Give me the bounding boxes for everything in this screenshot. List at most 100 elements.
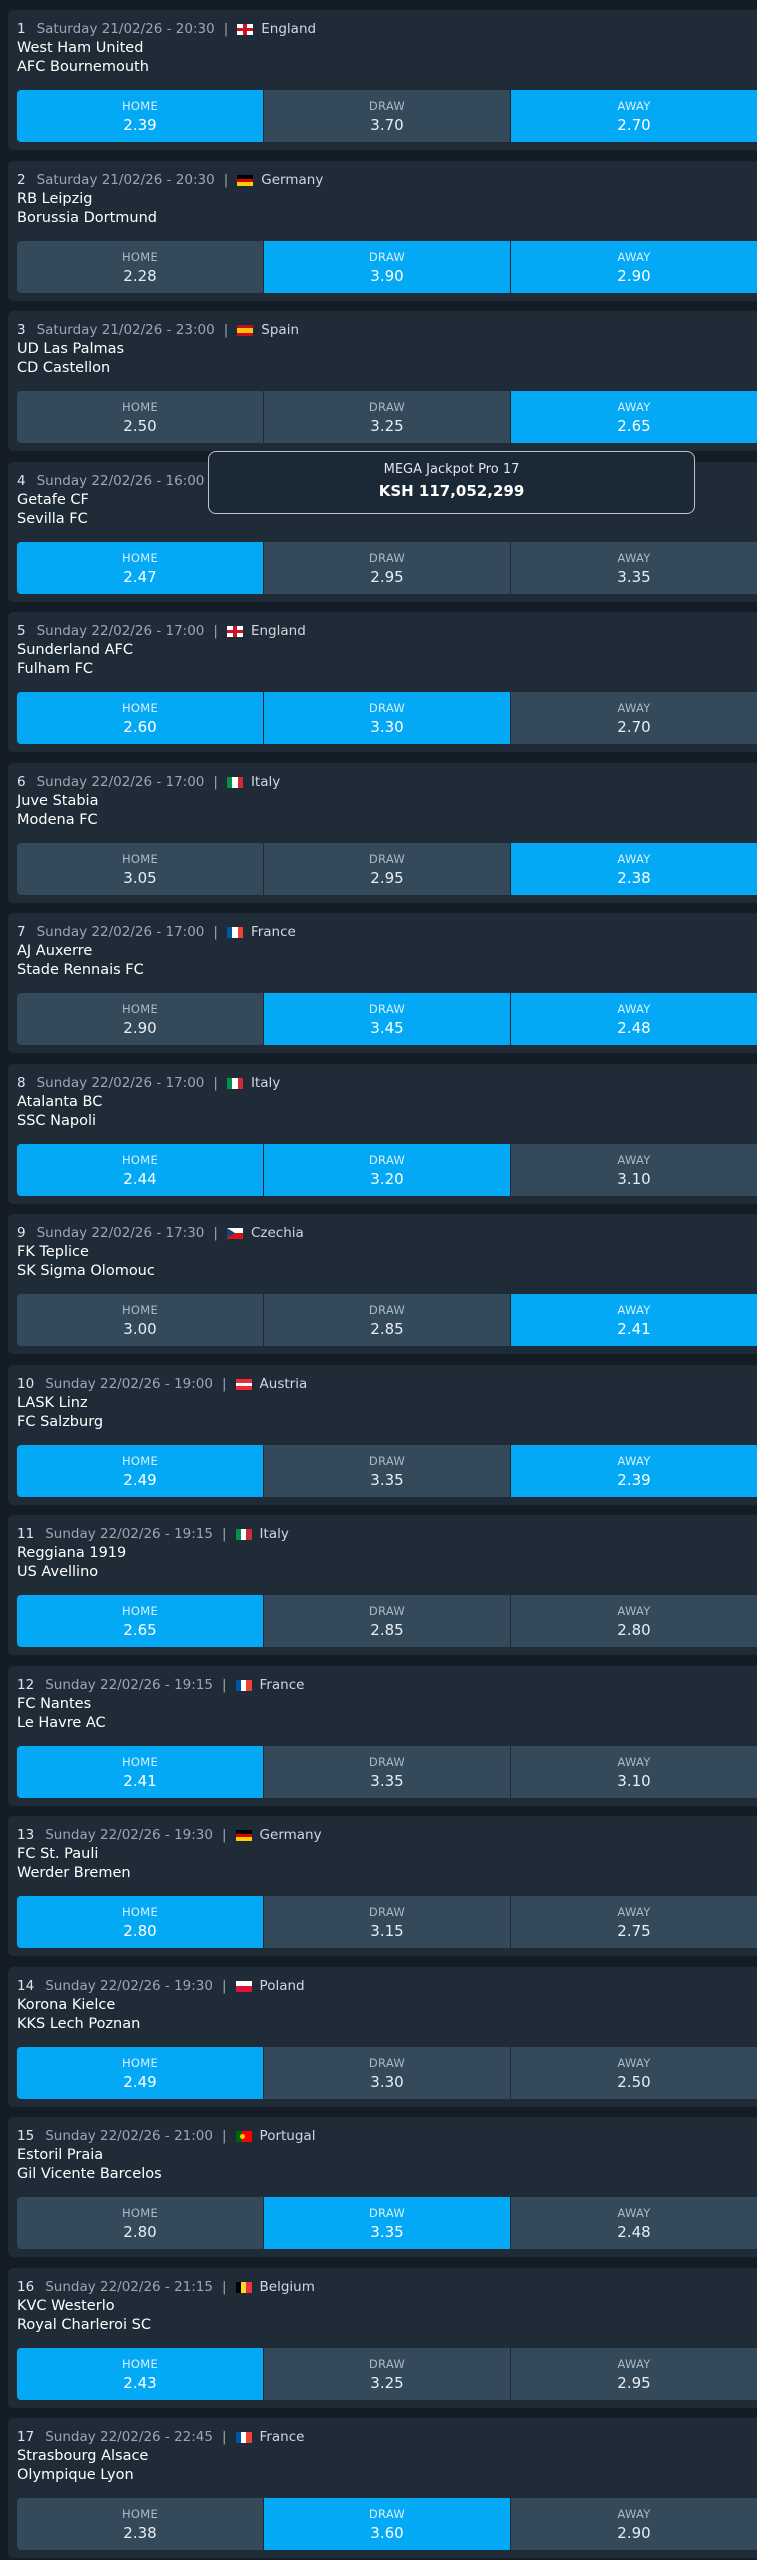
- draw-odds-button[interactable]: DRAW 3.30: [264, 2047, 511, 2099]
- home-odds-button[interactable]: HOME 2.28: [17, 241, 264, 293]
- home-odds-value: 2.44: [123, 1169, 157, 1188]
- draw-odds-button[interactable]: DRAW 3.20: [264, 1144, 511, 1196]
- away-odds-button[interactable]: AWAY 2.90: [511, 241, 757, 293]
- away-odds-button[interactable]: AWAY 2.70: [511, 692, 757, 744]
- match-meta: 14 Sunday 22/02/26 - 19:30 | Poland: [17, 1977, 305, 1995]
- match-number: 11: [17, 1526, 35, 1542]
- away-odds-button[interactable]: AWAY 2.48: [511, 2197, 757, 2249]
- match-meta: 3 Saturday 21/02/26 - 23:00 | Spain: [17, 321, 299, 339]
- home-team-name: Atalanta BC: [17, 1094, 103, 1110]
- away-odds-value: 2.38: [617, 868, 651, 887]
- away-odds-button[interactable]: AWAY 2.95: [511, 2348, 757, 2400]
- away-odds-value: 2.70: [617, 115, 651, 134]
- away-odds-label: AWAY: [617, 1152, 651, 1167]
- match-country: Belgium: [259, 2279, 315, 2295]
- away-odds-button[interactable]: AWAY 2.65: [511, 391, 757, 443]
- draw-odds-button[interactable]: DRAW 2.85: [264, 1294, 511, 1346]
- draw-odds-button[interactable]: DRAW 3.35: [264, 2197, 511, 2249]
- home-odds-button[interactable]: HOME 2.49: [17, 1445, 264, 1497]
- draw-odds-button[interactable]: DRAW 3.90: [264, 241, 511, 293]
- draw-odds-button[interactable]: DRAW 3.25: [264, 2348, 511, 2400]
- home-odds-button[interactable]: HOME 2.50: [17, 391, 264, 443]
- draw-odds-label: DRAW: [368, 1001, 406, 1016]
- draw-odds-button[interactable]: DRAW 3.45: [264, 993, 511, 1045]
- match-meta: 4 Sunday 22/02/26 - 16:00: [17, 472, 204, 490]
- away-odds-label: AWAY: [617, 2506, 651, 2521]
- home-odds-button[interactable]: HOME 2.49: [17, 2047, 264, 2099]
- away-odds-label: AWAY: [617, 851, 651, 866]
- away-odds-button[interactable]: AWAY 2.90: [511, 2498, 757, 2550]
- away-odds-button[interactable]: AWAY 2.75: [511, 1896, 757, 1948]
- away-odds-button[interactable]: AWAY 3.10: [511, 1746, 757, 1798]
- home-team-name: West Ham United: [17, 40, 144, 56]
- match-number: 5: [17, 623, 26, 639]
- match-date: Sunday 22/02/26 - 22:45: [45, 2429, 213, 2445]
- match-country: Spain: [261, 322, 299, 338]
- away-odds-button[interactable]: AWAY 2.41: [511, 1294, 757, 1346]
- home-odds-button[interactable]: HOME 2.90: [17, 993, 264, 1045]
- away-odds-button[interactable]: AWAY 2.50: [511, 2047, 757, 2099]
- home-odds-button[interactable]: HOME 2.80: [17, 1896, 264, 1948]
- match-card: 13 Sunday 22/02/26 - 19:30 | Germany FC St. …: [8, 1816, 757, 1956]
- home-odds-button[interactable]: HOME 2.41: [17, 1746, 264, 1798]
- away-odds-value: 2.41: [617, 1319, 651, 1338]
- away-team-name: Modena FC: [17, 812, 98, 828]
- draw-odds-button[interactable]: DRAW 3.15: [264, 1896, 511, 1948]
- draw-odds-button[interactable]: DRAW 3.70: [264, 90, 511, 142]
- match-country: Germany: [261, 172, 324, 188]
- match-card: 14 Sunday 22/02/26 - 19:30 | Poland Korona K…: [8, 1967, 757, 2107]
- away-team-name: Gil Vicente Barcelos: [17, 2166, 162, 2182]
- away-odds-label: AWAY: [617, 550, 651, 565]
- home-odds-button[interactable]: HOME 2.39: [17, 90, 264, 142]
- draw-odds-button[interactable]: DRAW 3.60: [264, 2498, 511, 2550]
- match-date: Sunday 22/02/26 - 19:00: [45, 1376, 213, 1392]
- home-odds-button[interactable]: HOME 2.80: [17, 2197, 264, 2249]
- home-odds-button[interactable]: HOME 2.47: [17, 542, 264, 594]
- match-number: 7: [17, 924, 26, 940]
- match-number: 14: [17, 1978, 35, 1994]
- match-meta: 17 Sunday 22/02/26 - 22:45 | France: [17, 2428, 304, 2446]
- home-odds-button[interactable]: HOME 3.00: [17, 1294, 264, 1346]
- match-country: France: [259, 2429, 305, 2445]
- match-meta: 11 Sunday 22/02/26 - 19:15 | Italy: [17, 1525, 289, 1543]
- home-odds-button[interactable]: HOME 2.65: [17, 1595, 264, 1647]
- england-flag-icon: [237, 23, 254, 35]
- home-odds-button[interactable]: HOME 2.44: [17, 1144, 264, 1196]
- match-date: Saturday 21/02/26 - 23:00: [36, 322, 215, 338]
- away-odds-button[interactable]: AWAY 2.70: [511, 90, 757, 142]
- home-odds-button[interactable]: HOME 2.60: [17, 692, 264, 744]
- match-date: Sunday 22/02/26 - 19:15: [45, 1526, 213, 1542]
- draw-odds-button[interactable]: DRAW 3.30: [264, 692, 511, 744]
- match-country: Italy: [250, 1075, 281, 1091]
- draw-odds-button[interactable]: DRAW 2.95: [264, 542, 511, 594]
- meta-separator: |: [221, 1376, 227, 1392]
- away-odds-button[interactable]: AWAY 3.35: [511, 542, 757, 594]
- away-odds-button[interactable]: AWAY 3.10: [511, 1144, 757, 1196]
- away-odds-value: 3.10: [617, 1169, 651, 1188]
- match-meta: 9 Sunday 22/02/26 - 17:30 | Czechia: [17, 1224, 304, 1242]
- draw-odds-value: 3.35: [370, 2222, 404, 2241]
- odds-row: HOME 2.38 DRAW 3.60 AWAY 2.90: [17, 2498, 757, 2550]
- draw-odds-button[interactable]: DRAW 2.85: [264, 1595, 511, 1647]
- away-odds-button[interactable]: AWAY 2.39: [511, 1445, 757, 1497]
- draw-odds-button[interactable]: DRAW 3.35: [264, 1445, 511, 1497]
- draw-odds-value: 3.35: [370, 1771, 404, 1790]
- away-odds-value: 2.90: [617, 2523, 651, 2542]
- away-odds-button[interactable]: AWAY 2.48: [511, 993, 757, 1045]
- odds-row: HOME 2.49 DRAW 3.30 AWAY 2.50: [17, 2047, 757, 2099]
- home-team-name: UD Las Palmas: [17, 341, 125, 357]
- home-odds-button[interactable]: HOME 2.38: [17, 2498, 264, 2550]
- draw-odds-button[interactable]: DRAW 2.95: [264, 843, 511, 895]
- match-number: 3: [17, 322, 26, 338]
- draw-odds-button[interactable]: DRAW 3.35: [264, 1746, 511, 1798]
- away-odds-button[interactable]: AWAY 2.80: [511, 1595, 757, 1647]
- draw-odds-button[interactable]: DRAW 3.25: [264, 391, 511, 443]
- draw-odds-value: 3.30: [370, 2072, 404, 2091]
- home-odds-label: HOME: [121, 399, 159, 414]
- away-team-name: Werder Bremen: [17, 1865, 131, 1881]
- match-country: England: [261, 21, 317, 37]
- home-odds-button[interactable]: HOME 3.05: [17, 843, 264, 895]
- home-odds-button[interactable]: HOME 2.43: [17, 2348, 264, 2400]
- germany-flag-icon: [235, 1829, 252, 1841]
- away-odds-button[interactable]: AWAY 2.38: [511, 843, 757, 895]
